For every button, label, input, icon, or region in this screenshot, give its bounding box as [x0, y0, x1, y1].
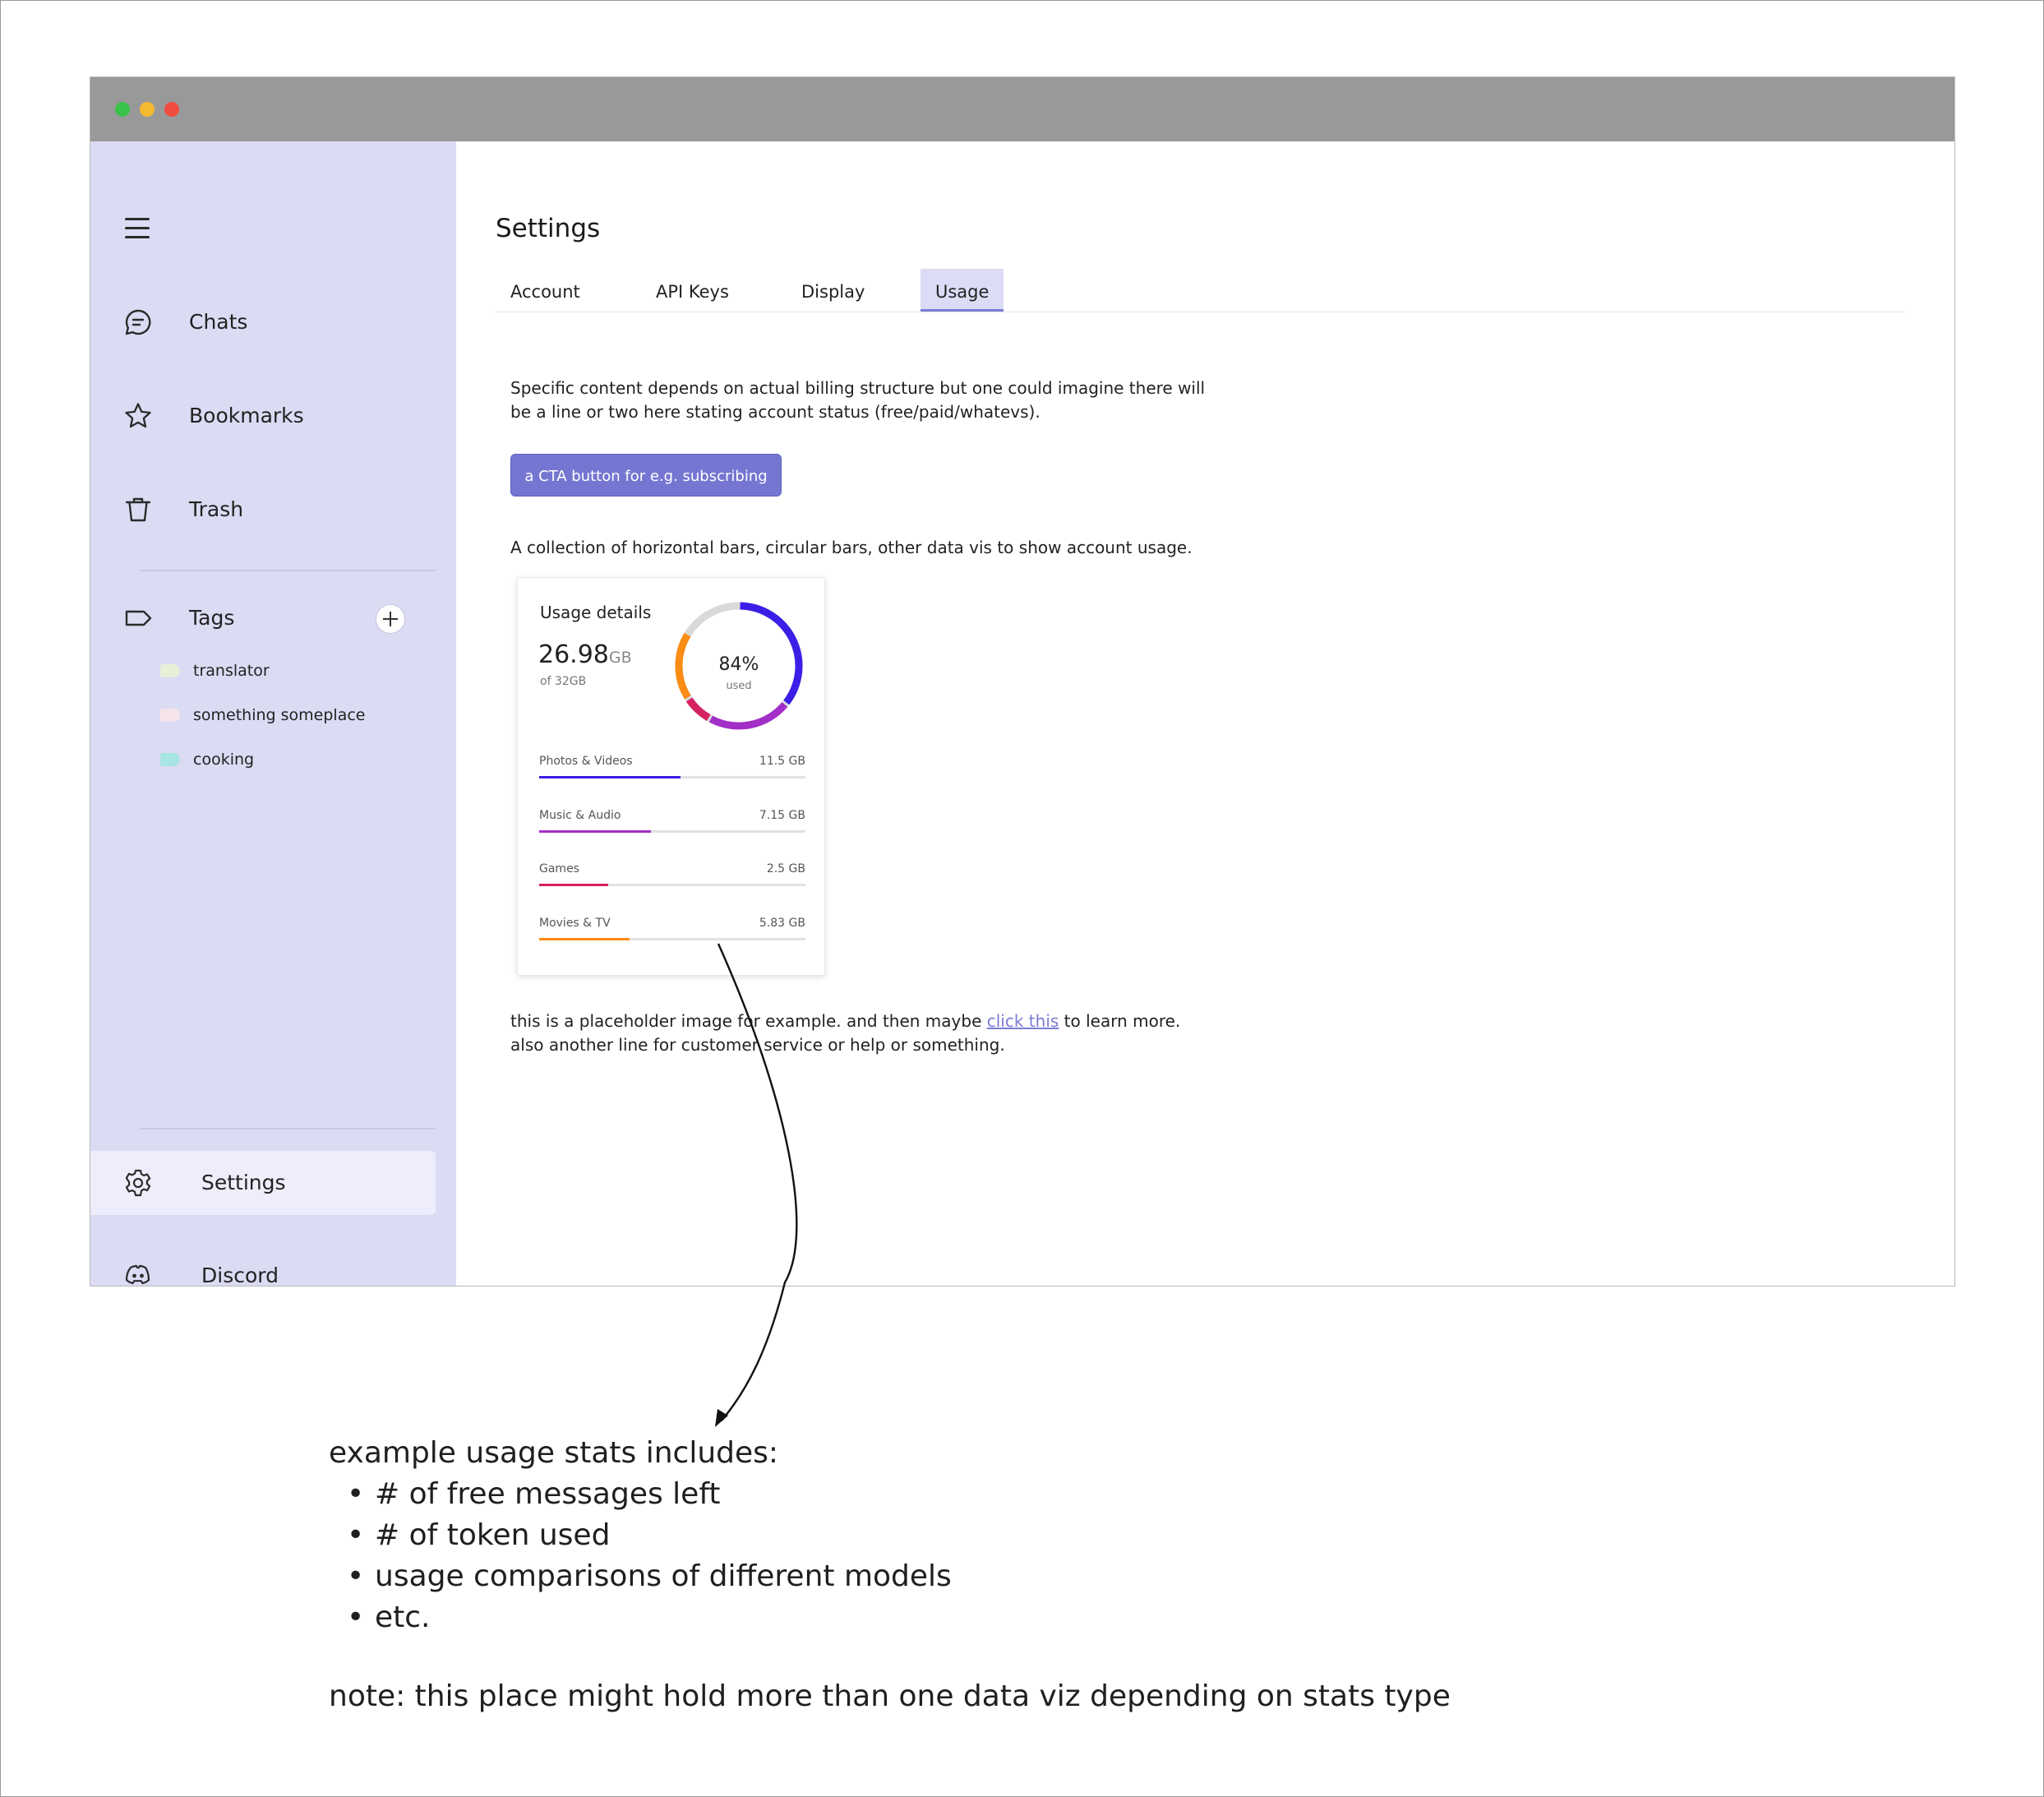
- notes-bullet: # of free messages left: [329, 1474, 952, 1515]
- notes-heading: example usage stats includes:: [329, 1436, 779, 1470]
- annotation-notes: example usage stats includes: # of free …: [329, 1433, 952, 1638]
- notes-bullet: usage comparisons of different models: [329, 1556, 952, 1597]
- annotation-arrow: [715, 943, 798, 1427]
- notes-footnote: note: this place might hold more than on…: [329, 1679, 1451, 1713]
- notes-bullet: # of token used: [329, 1515, 952, 1556]
- notes-bullet: etc.: [329, 1597, 952, 1638]
